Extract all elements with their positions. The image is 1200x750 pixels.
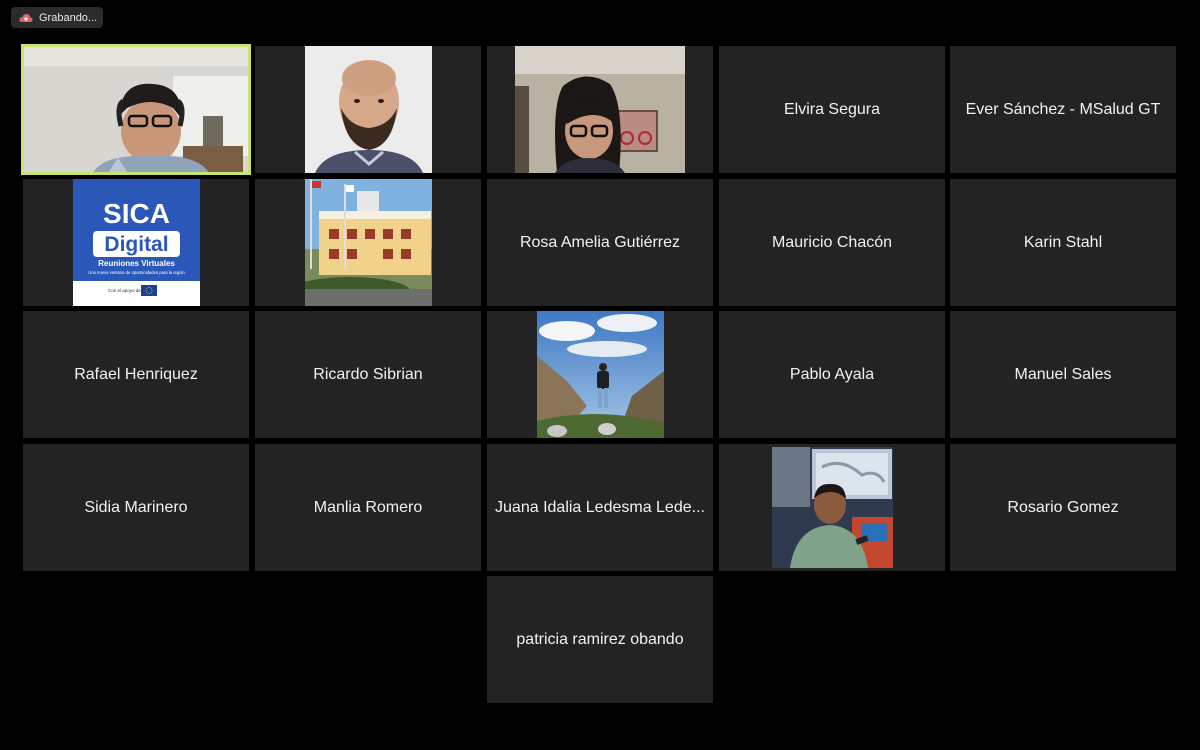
participant-tile[interactable]: Rosario Gomez xyxy=(950,444,1176,571)
participant-profile-photo xyxy=(304,179,432,306)
participant-name: Manlia Romero xyxy=(313,498,423,516)
participant-video-webcam xyxy=(23,46,249,173)
participant-tile[interactable]: Karin Stahl xyxy=(950,179,1176,306)
participant-profile-photo xyxy=(771,447,893,568)
participant-name: Rafael Henriquez xyxy=(74,365,198,383)
participant-profile-photo xyxy=(536,311,664,438)
participant-name: Rosa Amelia Gutiérrez xyxy=(519,233,681,251)
recording-label: Grabando... xyxy=(39,11,98,24)
participant-name: patricia ramirez obando xyxy=(516,630,684,648)
participant-tile-photo[interactable] xyxy=(487,311,713,438)
participant-name: Mauricio Chacón xyxy=(771,233,893,251)
participant-name: Ricardo Sibrian xyxy=(313,365,423,383)
participant-profile-photo xyxy=(304,46,432,173)
logo-line2: Digital xyxy=(104,233,168,256)
participant-tile[interactable]: Juana Idalia Ledesma Lede... xyxy=(487,444,713,571)
participant-tile[interactable]: Rafael Henriquez xyxy=(23,311,249,438)
logo-line1: SICA xyxy=(103,198,170,229)
participant-tile-photo[interactable] xyxy=(719,444,945,571)
participant-tile-webcam[interactable] xyxy=(487,46,713,173)
participant-name: Juana Idalia Ledesma Lede... xyxy=(495,498,705,516)
sica-digital-logo: SICA Digital Reuniones Virtuales Una nue… xyxy=(72,179,200,306)
participant-tile[interactable]: Ever Sánchez - MSalud GT xyxy=(950,46,1176,173)
logo-line3: Reuniones Virtuales xyxy=(98,259,175,268)
participant-tile[interactable]: Pablo Ayala xyxy=(719,311,945,438)
participant-video-webcam xyxy=(515,46,685,173)
participant-tile[interactable]: patricia ramirez obando xyxy=(487,576,713,703)
participant-name: Pablo Ayala xyxy=(789,365,875,383)
participant-tile[interactable]: Ricardo Sibrian xyxy=(255,311,481,438)
participant-name: Sidia Marinero xyxy=(84,498,188,516)
participant-name: Rosario Gomez xyxy=(1007,498,1119,516)
participant-tile[interactable]: Manuel Sales xyxy=(950,311,1176,438)
participant-name: Karin Stahl xyxy=(1023,233,1103,251)
recording-cloud-icon xyxy=(19,13,33,22)
recording-indicator[interactable]: Grabando... xyxy=(11,7,103,28)
logo-line4: Una nueva ventana de oportunidades para … xyxy=(88,270,185,275)
eu-flag-icon xyxy=(140,285,157,296)
participant-tile[interactable]: Manlia Romero xyxy=(255,444,481,571)
participant-tile[interactable]: Rosa Amelia Gutiérrez xyxy=(487,179,713,306)
participant-tile-active-speaker[interactable] xyxy=(21,44,251,175)
zoom-gallery-view: Grabando... Elvira Segura Ever Sánchez -… xyxy=(0,0,1200,750)
participant-tile-logo[interactable]: SICA Digital Reuniones Virtuales Una nue… xyxy=(23,179,249,306)
participant-tile-photo[interactable] xyxy=(255,46,481,173)
logo-footer: Con el apoyo de: xyxy=(108,288,142,293)
participant-name: Ever Sánchez - MSalud GT xyxy=(965,100,1161,118)
participant-tile[interactable]: Sidia Marinero xyxy=(23,444,249,571)
participant-tile-photo[interactable] xyxy=(255,179,481,306)
participant-tile[interactable]: Elvira Segura xyxy=(719,46,945,173)
participant-tile[interactable]: Mauricio Chacón xyxy=(719,179,945,306)
participant-name: Elvira Segura xyxy=(783,100,881,118)
participant-name: Manuel Sales xyxy=(1014,365,1112,383)
